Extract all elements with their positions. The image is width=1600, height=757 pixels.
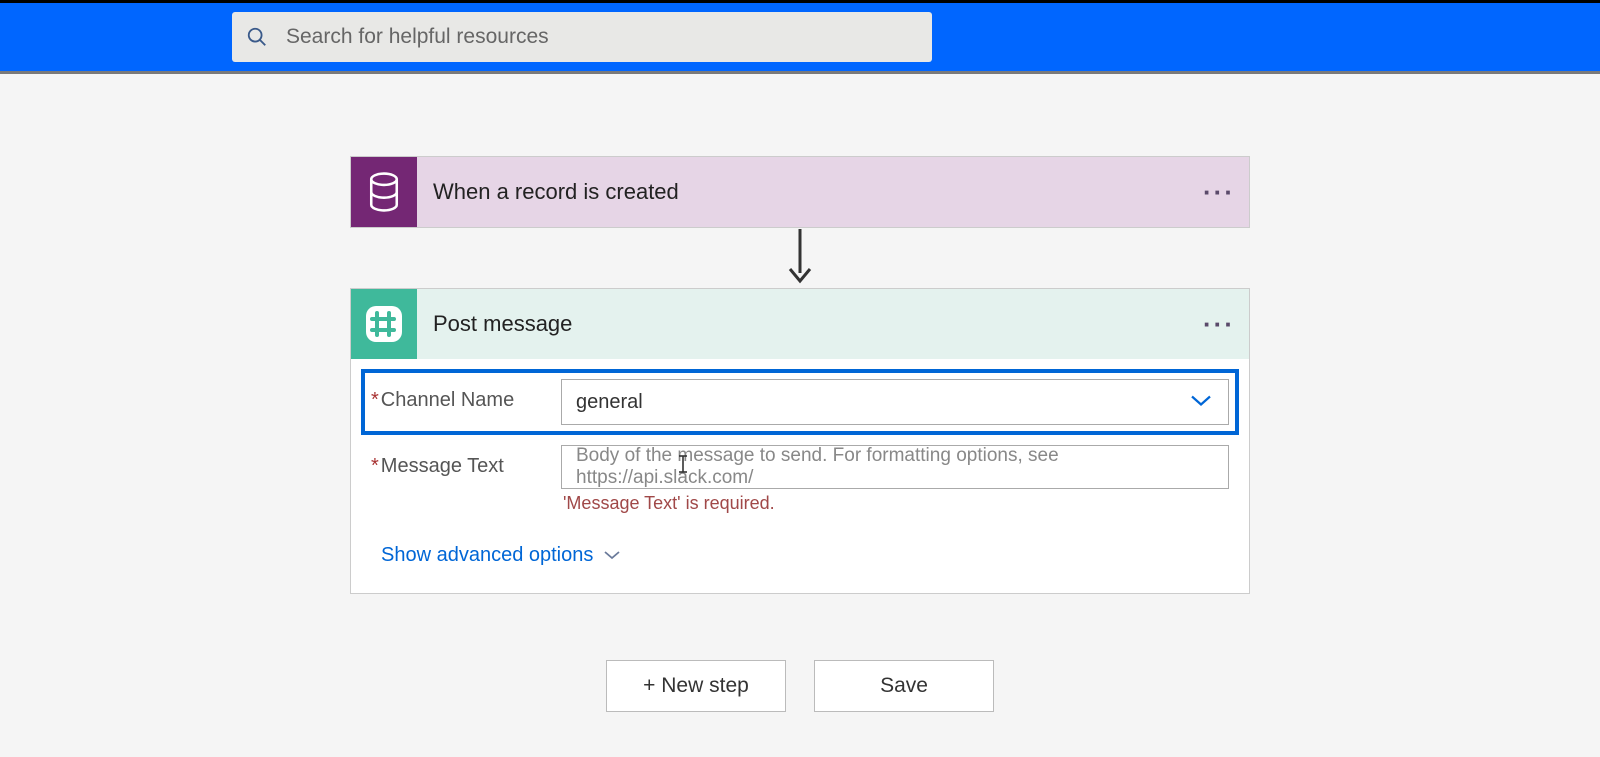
- channel-name-label: *Channel Name: [371, 389, 514, 411]
- trigger-header[interactable]: When a record is created ···: [351, 157, 1249, 227]
- action-card: Post message ··· *Channel Name general: [350, 288, 1250, 594]
- top-bar: [0, 0, 1600, 74]
- action-body: *Channel Name general: [351, 359, 1249, 593]
- show-advanced-options-link[interactable]: Show advanced options: [381, 544, 621, 567]
- save-button[interactable]: Save: [814, 660, 994, 712]
- channel-name-value: general: [576, 391, 643, 414]
- message-text-row: *Message Text Body of the message to sen…: [361, 439, 1239, 520]
- search-input[interactable]: [286, 25, 918, 49]
- message-text-placeholder: Body of the message to send. For formatt…: [576, 445, 1214, 489]
- flow-canvas: When a record is created ···: [0, 74, 1600, 712]
- action-header[interactable]: Post message ···: [351, 289, 1249, 359]
- advanced-options-label: Show advanced options: [381, 544, 593, 567]
- message-text-input[interactable]: Body of the message to send. For formatt…: [561, 445, 1229, 489]
- connector-arrow-icon: [786, 228, 814, 288]
- action-menu-icon[interactable]: ···: [1189, 309, 1249, 340]
- search-icon: [246, 26, 268, 48]
- slack-hash-icon: [351, 289, 417, 359]
- message-text-error: 'Message Text' is required.: [561, 493, 1229, 514]
- trigger-title: When a record is created: [417, 179, 1189, 205]
- action-title: Post message: [417, 311, 1189, 337]
- trigger-card[interactable]: When a record is created ···: [350, 156, 1250, 228]
- new-step-button[interactable]: + New step: [606, 660, 786, 712]
- footer-buttons: + New step Save: [606, 660, 994, 712]
- database-icon: [351, 157, 417, 227]
- chevron-down-icon: [603, 544, 621, 567]
- message-text-label: *Message Text: [371, 455, 504, 477]
- search-box[interactable]: [232, 12, 932, 62]
- trigger-menu-icon[interactable]: ···: [1189, 177, 1249, 208]
- channel-name-row: *Channel Name general: [361, 369, 1239, 435]
- chevron-down-icon: [1190, 391, 1212, 414]
- channel-name-select[interactable]: general: [561, 379, 1229, 425]
